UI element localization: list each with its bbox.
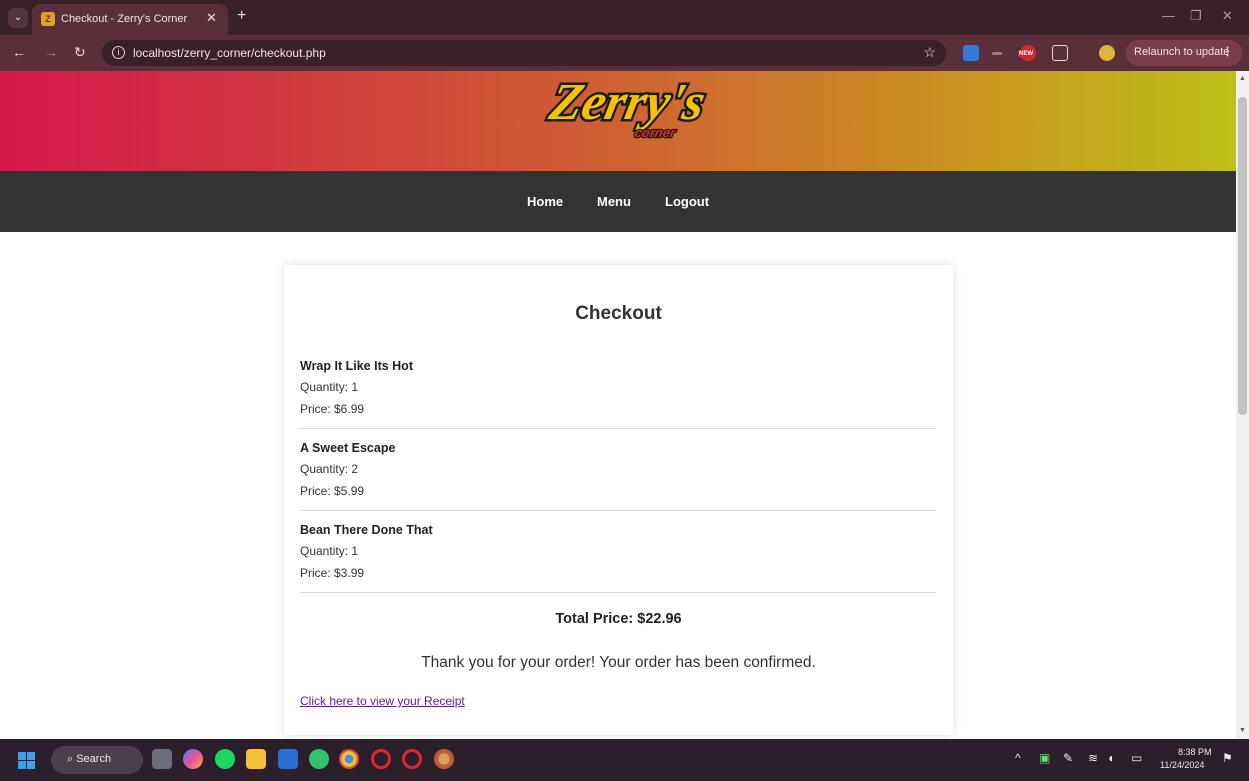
site-favicon-icon: Z <box>41 12 55 26</box>
minimize-icon[interactable]: — <box>1162 8 1175 23</box>
extension-new-badge: NEW <box>1018 51 1034 57</box>
pen-icon[interactable]: ✎ <box>1063 751 1073 765</box>
bookmark-star-icon[interactable]: ☆ <box>923 44 936 61</box>
logo-subtext: corner <box>633 125 677 140</box>
taskbar-search-label: Search <box>76 753 112 765</box>
order-item: A Sweet Escape Quantity: 2 Price: $5.99 <box>300 441 936 511</box>
word-icon[interactable] <box>278 749 298 769</box>
nav-logout-link[interactable]: Logout <box>665 194 709 209</box>
scrollbar-thumb[interactable] <box>1238 97 1247 415</box>
tray-app-icon[interactable]: ▣ <box>1039 751 1050 765</box>
nav-menu-link[interactable]: Menu <box>597 194 631 209</box>
os-taskbar: ⌕ Search ^ ▣ ✎ ≋ ◖ ▭ 8:38 PM 11/24/2024 … <box>0 739 1249 781</box>
restore-icon[interactable]: ❐ <box>1190 8 1202 24</box>
chrome-profile-icon[interactable] <box>434 749 454 769</box>
taskbar-search[interactable]: ⌕ Search <box>51 746 143 774</box>
menu-dots-icon: ⋮ <box>1222 46 1233 58</box>
back-icon[interactable]: ← <box>12 44 26 60</box>
close-window-icon[interactable]: ✕ <box>1222 8 1233 24</box>
extension-dash-icon[interactable] <box>992 52 1002 55</box>
profile-avatar-icon[interactable] <box>1099 45 1115 61</box>
page-scrollbar[interactable]: ▲ ▼ <box>1236 71 1249 739</box>
nav-home-link[interactable]: Home <box>527 194 563 209</box>
site-navbar: Home Menu Logout <box>0 171 1236 232</box>
notifications-icon[interactable]: ⚑ <box>1222 751 1233 765</box>
forward-icon[interactable]: → <box>44 44 58 60</box>
search-icon: ⌕ <box>67 753 77 765</box>
spotify-icon[interactable] <box>215 749 235 769</box>
page-title: Checkout <box>575 303 662 324</box>
item-quantity: Quantity: 1 <box>300 380 359 394</box>
scroll-up-icon[interactable]: ▲ <box>1239 75 1246 82</box>
total-price: Total Price: $22.96 <box>555 611 682 627</box>
browser-toolbar: ← → ↻ i localhost/zerry_corner/checkout.… <box>0 35 1249 71</box>
logo-wordmark: Zerry's <box>544 74 710 131</box>
item-name: Bean There Done That <box>300 523 433 537</box>
reload-icon[interactable]: ↻ <box>74 44 86 61</box>
active-tab[interactable]: Z Checkout - Zerry's Corner ✕ <box>32 4 228 35</box>
battery-icon[interactable]: ▭ <box>1131 751 1142 765</box>
zerrys-corner-logo[interactable]: Zerry's corner <box>530 71 710 161</box>
copilot-icon[interactable] <box>183 749 203 769</box>
order-item: Wrap It Like Its Hot Quantity: 1 Price: … <box>300 359 936 429</box>
checkout-card: Checkout Wrap It Like Its Hot Quantity: … <box>284 265 953 735</box>
browser-tab-strip: ⌄ Z Checkout - Zerry's Corner ✕ + — ❐ ✕ <box>0 0 1249 35</box>
site-info-icon[interactable]: i <box>112 46 125 59</box>
item-quantity: Quantity: 1 <box>300 544 359 558</box>
address-url[interactable]: localhost/zerry_corner/checkout.php <box>133 46 326 60</box>
order-confirmation-message: Thank you for your order! Your order has… <box>421 654 816 671</box>
opera-icon[interactable] <box>371 749 391 769</box>
extensions-puzzle-icon[interactable] <box>1052 45 1068 61</box>
item-price: Price: $5.99 <box>300 484 365 498</box>
item-name: A Sweet Escape <box>300 441 396 455</box>
address-bar[interactable]: i localhost/zerry_corner/checkout.php ☆ <box>102 40 946 66</box>
opera-gx-icon[interactable] <box>402 749 422 769</box>
page-viewport: Zerry's corner Home Menu Logout Checkout… <box>0 71 1236 739</box>
view-receipt-link[interactable]: Click here to view your Receipt <box>300 694 465 708</box>
wifi-icon[interactable]: ≋ <box>1088 751 1098 765</box>
extension-new-icon[interactable]: NEW <box>1018 45 1036 61</box>
item-price: Price: $6.99 <box>300 402 365 416</box>
order-item: Bean There Done That Quantity: 1 Price: … <box>300 523 936 593</box>
windows-start-icon[interactable] <box>18 752 35 769</box>
tab-close-icon[interactable]: ✕ <box>206 10 217 26</box>
relaunch-label: Relaunch to update <box>1134 46 1230 58</box>
new-tab-button[interactable]: + <box>237 7 246 25</box>
item-name: Wrap It Like Its Hot <box>300 359 413 373</box>
tab-search-button[interactable]: ⌄ <box>8 8 28 28</box>
whatsapp-icon[interactable] <box>309 749 329 769</box>
site-banner: Zerry's corner <box>0 71 1236 171</box>
clock-time[interactable]: 8:38 PM <box>1178 747 1212 757</box>
scroll-down-icon[interactable]: ▼ <box>1239 727 1246 734</box>
item-quantity: Quantity: 2 <box>300 462 359 476</box>
tab-title: Checkout - Zerry's Corner <box>61 13 188 25</box>
volume-icon[interactable]: ◖ <box>1107 751 1114 765</box>
file-explorer-icon[interactable] <box>246 749 266 769</box>
chrome-icon[interactable] <box>339 749 359 769</box>
relaunch-button[interactable]: Relaunch to update ⋮ <box>1126 40 1242 66</box>
item-price: Price: $3.99 <box>300 566 365 580</box>
extension-icon[interactable] <box>963 45 979 61</box>
task-view-icon[interactable] <box>152 749 172 769</box>
clock-date[interactable]: 11/24/2024 <box>1160 760 1204 770</box>
show-hidden-icons-icon[interactable]: ^ <box>1015 751 1021 765</box>
